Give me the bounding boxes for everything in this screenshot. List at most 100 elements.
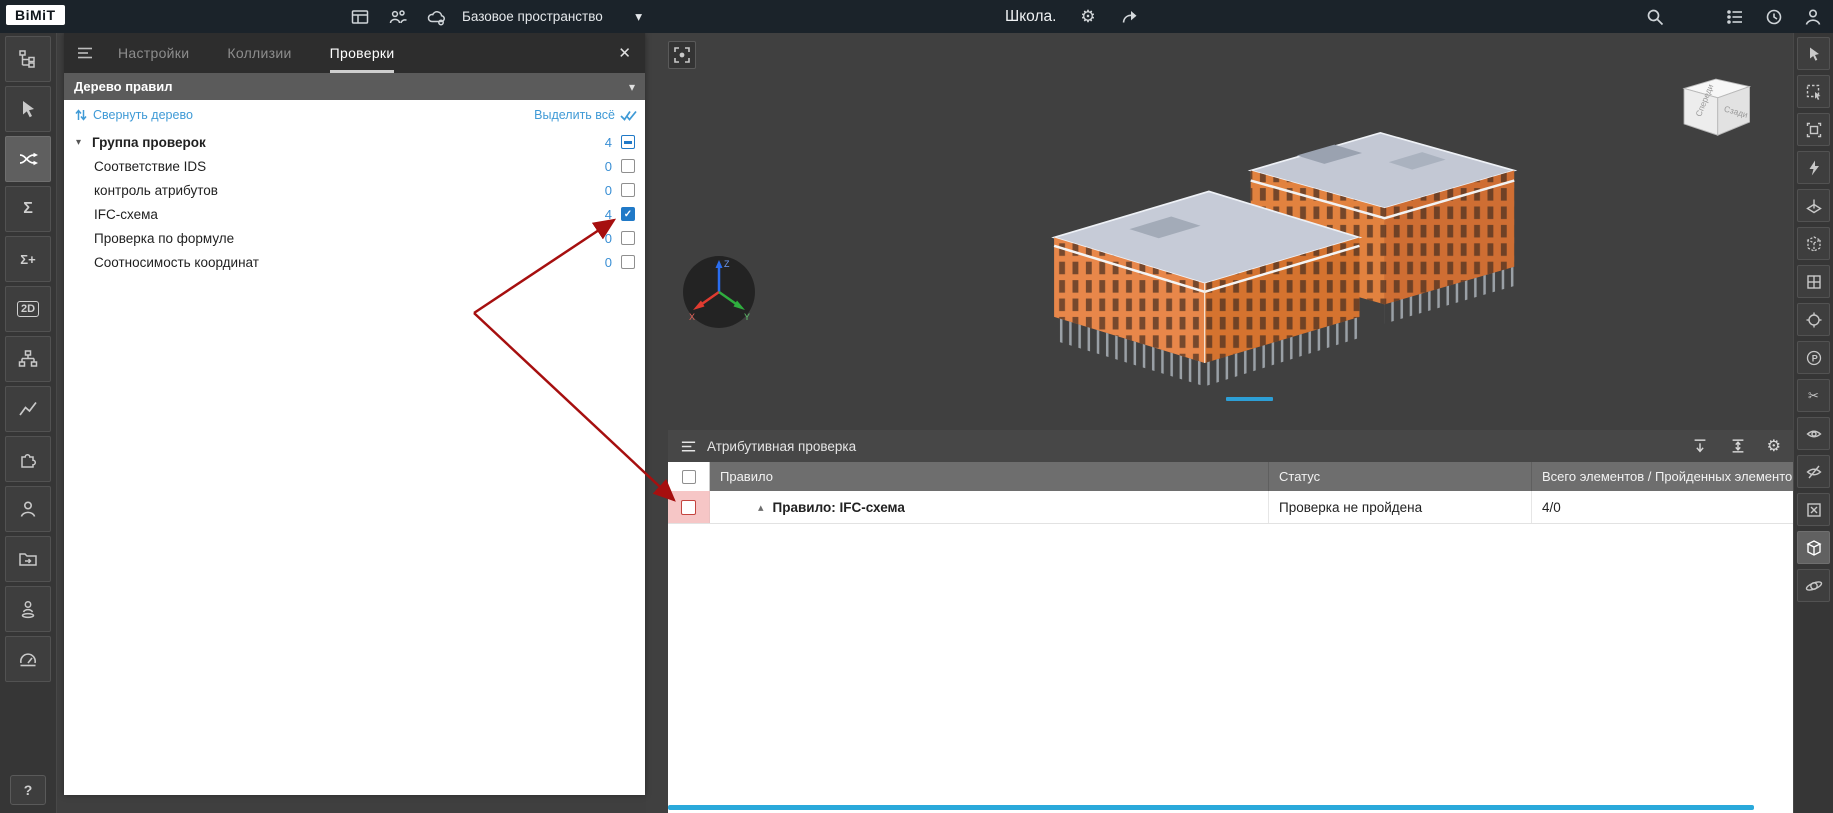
table-empty-area xyxy=(668,524,1793,813)
totals-icon[interactable]: Σ xyxy=(5,186,51,232)
tree-item-checkbox[interactable] xyxy=(621,183,635,197)
hide-elements-icon[interactable] xyxy=(1797,455,1830,488)
tree-item[interactable]: контроль атрибутов 0 xyxy=(64,178,645,202)
tab-checks[interactable]: Проверки xyxy=(329,33,395,73)
focus-model-icon[interactable] xyxy=(668,41,696,69)
cloud-icon[interactable] xyxy=(426,7,446,27)
share-icon[interactable] xyxy=(1120,7,1139,26)
attribute-check-panel: Атрибутивная проверка ⚙ Правило Статус В… xyxy=(668,430,1793,813)
totals-plus-icon[interactable]: Σ+ xyxy=(5,236,51,282)
tree-item-group[interactable]: ▾ Группа проверок 4 xyxy=(64,130,645,154)
grid-icon[interactable] xyxy=(1797,265,1830,298)
rule-status: Проверка не пройдена xyxy=(1269,491,1532,523)
panel-menu-icon[interactable] xyxy=(64,44,104,62)
section-box-icon[interactable] xyxy=(1797,227,1830,260)
app-logo[interactable]: BiMiT xyxy=(6,5,65,25)
axis-gizmo[interactable]: Z X Y xyxy=(681,254,757,330)
row-height-icon[interactable] xyxy=(1729,437,1747,455)
rules-tree-section-header[interactable]: Дерево правил ▾ xyxy=(64,73,645,100)
tree-item-count: 0 xyxy=(604,158,612,174)
collapse-tree-label: Свернуть дерево xyxy=(93,108,193,122)
tree-item[interactable]: Соотносимость координат 0 xyxy=(64,250,645,274)
tree-item-label: контроль атрибутов xyxy=(94,182,218,198)
chevron-down-icon: ▾ xyxy=(635,8,642,24)
plan-2d-icon[interactable]: 2D xyxy=(5,286,51,332)
column-status[interactable]: Статус xyxy=(1269,462,1532,491)
tab-settings[interactable]: Настройки xyxy=(118,33,189,73)
checks-tool-icon[interactable] xyxy=(5,136,51,182)
rule-total: 4/0 xyxy=(1542,499,1561,515)
help-button[interactable]: ? xyxy=(10,775,46,805)
tree-item-count: 0 xyxy=(604,182,612,198)
axis-x-label: X xyxy=(689,312,695,322)
cut-icon[interactable]: ✂ xyxy=(1797,379,1830,412)
panel-menu-icon[interactable] xyxy=(680,438,697,455)
row-checkbox[interactable] xyxy=(681,499,696,515)
tree-toolbar: Свернуть дерево Выделить всё xyxy=(64,100,645,130)
plugins-icon[interactable] xyxy=(5,436,51,482)
collapse-all-icon[interactable] xyxy=(1691,437,1709,455)
rule-name: Правило: IFC-схема xyxy=(772,499,905,515)
rules-tree-section-title: Дерево правил xyxy=(74,79,173,94)
model-tree-icon[interactable] xyxy=(5,36,51,82)
view-cube[interactable]: Спереди Сзади xyxy=(1671,75,1757,143)
focus-target-icon[interactable] xyxy=(1797,303,1830,336)
view-cube-tool-icon[interactable] xyxy=(1797,531,1830,564)
plan-mode-icon[interactable]: P xyxy=(1797,341,1830,374)
profile-icon[interactable] xyxy=(1803,7,1823,27)
tab-collisions[interactable]: Коллизии xyxy=(227,33,291,73)
quick-section-icon[interactable] xyxy=(1797,151,1830,184)
table-settings-icon[interactable]: ⚙ xyxy=(1767,436,1781,456)
header-checkbox[interactable] xyxy=(681,469,696,484)
dashboard-icon[interactable] xyxy=(5,636,51,682)
tree-item-checkbox[interactable] xyxy=(621,231,635,245)
tree-item[interactable]: Соответствие IDS 0 xyxy=(64,154,645,178)
board-icon[interactable] xyxy=(350,7,370,27)
select-all-checkbox-cell[interactable] xyxy=(668,462,710,491)
chevron-down-icon[interactable]: ▾ xyxy=(76,137,92,148)
charts-icon[interactable] xyxy=(5,386,51,432)
topbar: BiMiT Базовое пространство ▾ Школа. ⚙ xyxy=(0,0,1833,33)
user-location-icon[interactable] xyxy=(5,586,51,632)
tree-item-checkbox[interactable] xyxy=(621,159,635,173)
search-icon[interactable] xyxy=(1645,7,1665,27)
column-rule[interactable]: Правило xyxy=(710,462,1269,491)
history-icon[interactable] xyxy=(1764,7,1784,27)
workspace-selector[interactable]: Базовое пространство ▾ xyxy=(462,0,642,33)
row-checkbox-cell[interactable] xyxy=(668,491,710,523)
app-window: BiMiT Базовое пространство ▾ Школа. ⚙ Σ … xyxy=(0,0,1833,813)
isolate-icon[interactable] xyxy=(1797,493,1830,526)
tree-item-checkbox[interactable] xyxy=(621,135,635,149)
orbit-icon[interactable] xyxy=(1797,569,1830,602)
show-elements-icon[interactable] xyxy=(1797,417,1830,450)
collapse-tree-link[interactable]: Свернуть дерево xyxy=(74,108,193,122)
rect-select-icon[interactable] xyxy=(1797,75,1830,108)
table-header: Правило Статус Всего элементов / Пройден… xyxy=(668,462,1793,491)
tree-item-count: 4 xyxy=(604,206,612,222)
collapse-tree-icon xyxy=(75,109,87,121)
clip-plane-icon[interactable] xyxy=(1797,189,1830,222)
users-icon[interactable] xyxy=(5,486,51,532)
select-cursor-icon[interactable] xyxy=(1797,37,1830,70)
team-icon[interactable] xyxy=(388,7,408,27)
tree-item-checkbox[interactable] xyxy=(621,207,635,221)
structure-icon[interactable] xyxy=(5,336,51,382)
column-total[interactable]: Всего элементов / Пройденных элементов xyxy=(1532,462,1793,491)
panel-resize-handle[interactable] xyxy=(1226,397,1273,401)
tasks-list-icon[interactable] xyxy=(1725,7,1745,27)
tree-item[interactable]: Проверка по формуле 0 xyxy=(64,226,645,250)
shared-folder-icon[interactable] xyxy=(5,536,51,582)
collapse-row-icon[interactable]: ▴ xyxy=(758,501,764,514)
tree-item-checkbox[interactable] xyxy=(621,255,635,269)
viewport-3d[interactable]: Спереди Сзади Z X Y Атрибутивная проверк… xyxy=(646,33,1793,813)
table-row-ifc-schema[interactable]: ▴ Правило: IFC-схема Проверка не пройден… xyxy=(668,491,1793,524)
tree-item-ifc-schema[interactable]: IFC-схема 4 xyxy=(64,202,645,226)
select-tool-icon[interactable] xyxy=(5,86,51,132)
tree-item-label: IFC-схема xyxy=(94,206,158,222)
horizontal-scrollbar[interactable] xyxy=(668,805,1754,810)
double-check-icon xyxy=(620,110,637,121)
zoom-extents-icon[interactable] xyxy=(1797,113,1830,146)
project-settings-icon[interactable]: ⚙ xyxy=(1080,7,1095,27)
select-all-link[interactable]: Выделить всё xyxy=(534,108,637,122)
close-icon[interactable]: ✕ xyxy=(618,44,631,62)
